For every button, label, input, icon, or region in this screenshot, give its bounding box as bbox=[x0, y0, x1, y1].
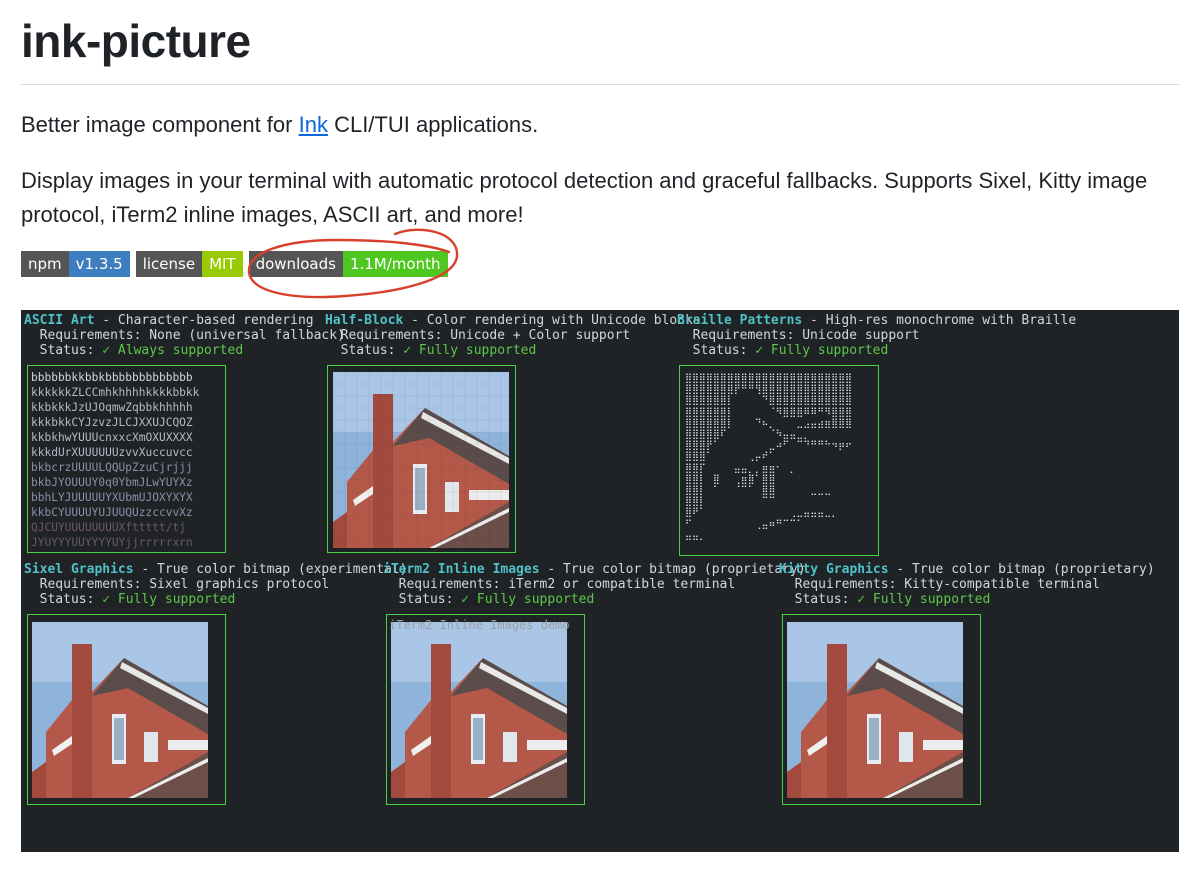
badge-value: MIT bbox=[202, 251, 243, 277]
kitty-house-image bbox=[787, 622, 963, 798]
sixel-heading: Sixel Graphics bbox=[24, 562, 134, 577]
section-requirements: Requirements: Unicode + Color support bbox=[325, 328, 631, 343]
kitty-section: Kitty Graphics - True color bitmap (prop… bbox=[779, 562, 1155, 607]
terminal-screenshot: ASCII Art - Character-based rendering Re… bbox=[21, 310, 1179, 852]
ascii-art-line: bbhLYJUUUUUYXUbmUJOXYXYX bbox=[31, 491, 193, 504]
braille-art-line: ⣿⣿⣿⣿⣿⣿⡇⠀⠀⠀⠙⠦⡀⠀⠀⠀⣀⣠⣤⣴⣶⣿⣿⣿ bbox=[685, 417, 852, 429]
page-title: ink-picture bbox=[21, 15, 251, 67]
braille-art-line: ⣿⣿⣿⡟⠁⠀⠀⠀⠀⠀⠀⠀⣀⠴⠋⠀⠉⠙⠛⠛⠓⠲⡶⠖ bbox=[685, 440, 852, 452]
license-badge[interactable]: license MIT bbox=[135, 251, 243, 277]
ascii-art-line: kkkkkkZLCCmhkhhhhkkkkbbkk bbox=[31, 386, 200, 399]
intro-paragraph: Better image component for Ink CLI/TUI a… bbox=[21, 110, 538, 140]
ascii-art-line: bkbcrzUUUULQQUpZzuCjrjjj bbox=[31, 461, 193, 474]
section-requirements: Requirements: iTerm2 or compatible termi… bbox=[383, 577, 736, 592]
badge-label: npm bbox=[21, 251, 69, 277]
braille-art-line: ⣿⣿⡏⠀⠀⠀⠀⣤⣤⡀⡀⣶⣶⠂⠀⡀⠀⠀⠀⠀⠀⠀⠀⠀ bbox=[685, 462, 852, 474]
description-paragraph: Display images in your terminal with aut… bbox=[21, 168, 1148, 227]
braille-art-line: ⣿⣿⡇⠀⠀⠀⠀⠀⠀⠀⠀⠉⠉⠀⠀⠀⠀⠀⠀⠀⠀⠀⠀⠀ bbox=[685, 496, 852, 508]
ascii-art-line: QJCUYUUUUUUUUXfttttt/tj bbox=[31, 521, 186, 534]
braille-art-line: ⣿⣿⣿⣿⣿⣿⡇⠀⠀⠀⠀⠙⣿⣿⣿⣿⣿⣿⣿⣿⣿⣿⣿⣿ bbox=[685, 395, 852, 407]
section-desc: - True color bitmap (experimental) bbox=[133, 562, 408, 577]
ascii-art-preview: bbbbbbkkbbkbbbbbbbbbbbbb kkkkkkZLCCmhkhhh… bbox=[27, 365, 226, 553]
ascii-art-line: kkbkhwYUUUcnxxcXmOXUXXXX bbox=[31, 431, 193, 444]
braille-preview: ⣿⣿⣿⣿⣿⣿⣿⣿⣿⣿⣿⣿⣿⣿⣿⣿⣿⣿⣿⣿⣿⣿⣿⣿ ⣿⣿⣿⣿⣿⣿⣿⡟⠛⠛⢻⣿⣿⣿⣿⣿… bbox=[679, 365, 879, 556]
iterm2-section: iTerm2 Inline Images - True color bitmap… bbox=[383, 562, 806, 607]
half-block-house-image bbox=[333, 372, 509, 548]
status-label: Status: bbox=[677, 343, 756, 358]
braille-art-line: ⣿⣿⣿⣿⣿⣿⣿⣿⣿⣿⣿⣿⣿⣿⣿⣿⣿⣿⣿⣿⣿⣿⣿⣿ bbox=[685, 373, 852, 384]
ink-link[interactable]: Ink bbox=[299, 112, 328, 137]
ascii-art-line: kkkdUrXUUUUUUzvvXuccuvcc bbox=[31, 446, 193, 459]
ascii-art-line: kkkbkkCYJzvzJLCJXXUJCQOZ bbox=[31, 416, 193, 429]
status-value: ✓ Fully supported bbox=[102, 592, 236, 607]
section-requirements: Requirements: Kitty-compatible terminal bbox=[779, 577, 1100, 592]
iterm2-heading: iTerm2 Inline Images bbox=[383, 562, 540, 577]
section-requirements: Requirements: None (universal fallback) bbox=[24, 328, 345, 343]
braille-art-line: ⣿⠟⠁⠀⠀⠀⠀⠀⠀⠀⠀⠀⠀⠀⠀⢀⣀⣤⣤⣤⣀⡀⠀⠀ bbox=[685, 507, 852, 519]
sixel-preview bbox=[27, 614, 226, 805]
red-circle-annotation bbox=[247, 228, 459, 299]
section-desc: - True color bitmap (proprietary) bbox=[888, 562, 1155, 577]
section-desc: - High-res monochrome with Braille bbox=[802, 313, 1077, 328]
sixel-section: Sixel Graphics - True color bitmap (expe… bbox=[24, 562, 408, 607]
kitty-preview bbox=[782, 614, 981, 805]
section-desc: - True color bitmap (proprietary) bbox=[539, 562, 806, 577]
braille-section: Braille Patterns - High-res monochrome w… bbox=[677, 313, 1076, 358]
braille-art-line: ⣿⣿⣿⠁⠀⠀⠀⠀⠀⢀⡤⠞⠁⠀⠀⠀⠀⠀⠀⠀⠀⠀⠀⠀ bbox=[685, 451, 852, 463]
ascii-art-text: bbbbbbkkbbkbbbbbbbbbbbbb kkkkkkZLCCmhkhhh… bbox=[28, 366, 225, 550]
ascii-art-line: bbbbbbkkbbkbbbbbbbbbbbbb bbox=[31, 371, 193, 384]
sixel-house-image bbox=[32, 622, 208, 798]
title-divider bbox=[21, 84, 1179, 85]
iterm2-caption: iTerm2 Inline Images demo bbox=[389, 618, 570, 632]
iterm2-house-image bbox=[391, 622, 567, 798]
npm-version-badge[interactable]: npm v1.3.5 bbox=[21, 251, 130, 277]
section-desc: - Character-based rendering bbox=[94, 313, 314, 328]
status-label: Status: bbox=[325, 343, 404, 358]
ascii-art-line: bkbJYOUUUY0q0YbmJLwYUYXz bbox=[31, 476, 193, 489]
braille-art-line: ⣿⣿⡇⠀⣿⠀⠀⢀⣶⣿⠁⣿⣿⠀⠀⠀⠀⠀⠀⠀⠀⠀⠀⠀ bbox=[685, 473, 852, 485]
kitty-heading: Kitty Graphics bbox=[779, 562, 889, 577]
braille-art-line: ⣤⣤⡀⠀⠀⠀⠀⠀⠀⠀⠀⠀⠀⠀⠀⠀⠀⠀⠀⠀⠀⠀⠀⠀ bbox=[685, 529, 852, 541]
half-block-preview bbox=[327, 365, 516, 553]
status-label: Status: bbox=[24, 343, 103, 358]
ascii-art-line: kkbCYUUUUYUJUUQUzzccvvXz bbox=[31, 506, 193, 519]
braille-heading: Braille Patterns bbox=[677, 313, 803, 328]
braille-art-line: ⠋⠀⠀⠀⠀⠀⠀⠀⠀⠀⢀⣤⠶⠛⠉⠉⠁⠀⠀⠀⠀⠀⠀⠀ bbox=[685, 518, 852, 530]
half-block-heading: Half-Block bbox=[325, 313, 404, 328]
braille-art-text: ⣿⣿⣿⣿⣿⣿⣿⣿⣿⣿⣿⣿⣿⣿⣿⣿⣿⣿⣿⣿⣿⣿⣿⣿ ⣿⣿⣿⣿⣿⣿⣿⡟⠛⠛⢻⣿⣿⣿⣿⣿… bbox=[680, 366, 878, 541]
braille-art-line: ⣿⣿⣿⣿⣿⠏⠀⠀⠀⠀⠀⠀⠈⠳⣤⣤⣀⡀⠀⠀⠀⠀⠀⠀ bbox=[685, 429, 852, 441]
status-value: ✓ Fully supported bbox=[461, 592, 595, 607]
intro-suffix: CLI/TUI applications. bbox=[327, 112, 539, 137]
ascii-art-section: ASCII Art - Character-based rendering Re… bbox=[24, 313, 345, 358]
braille-art-line: ⣿⣿⣿⣿⣿⣿⣿⡟⠛⠛⢻⣿⣿⣿⣿⣿⣿⣿⣿⣿⣿⣿⣿⣿ bbox=[685, 384, 852, 396]
badge-value: v1.3.5 bbox=[68, 251, 130, 277]
iterm2-preview: iTerm2 Inline Images demo bbox=[386, 614, 585, 805]
section-requirements: Requirements: Unicode support bbox=[677, 328, 920, 343]
ascii-art-heading: ASCII Art bbox=[24, 313, 95, 328]
status-label: Status: bbox=[779, 592, 858, 607]
status-value: ✓ Fully supported bbox=[755, 343, 889, 358]
badge-label: license bbox=[135, 251, 203, 277]
status-label: Status: bbox=[383, 592, 462, 607]
ascii-art-line: kkbkkkJzUJOqmwZqbbkhhhhh bbox=[31, 401, 193, 414]
braille-art-line: ⣿⣿⣿⣿⣿⣿⡇⠀⠀⠀⠀⠀⠈⠻⣿⣿⣿⠿⠿⠛⠻⣿⣿⣿ bbox=[685, 406, 852, 418]
intro-prefix: Better image component for bbox=[21, 112, 299, 137]
status-label: Status: bbox=[24, 592, 103, 607]
braille-art-line: ⣿⣿⡇⠀⠁⠀⠀⠈⠉⠁⠀⣿⣿⠀⠀⠀⠀⠀⣀⣀⣀⠀⠀⠀ bbox=[685, 485, 852, 497]
status-value: ✓ Fully supported bbox=[403, 343, 537, 358]
status-value: ✓ Fully supported bbox=[857, 592, 991, 607]
half-block-section: Half-Block - Color rendering with Unicod… bbox=[325, 313, 701, 358]
ascii-art-line: JYUYYYUUYYYYUYjjrrrrrxrn bbox=[31, 536, 193, 549]
section-desc: - Color rendering with Unicode blocks bbox=[403, 313, 701, 328]
status-value: ✓ Always supported bbox=[102, 343, 244, 358]
section-requirements: Requirements: Sixel graphics protocol bbox=[24, 577, 330, 592]
